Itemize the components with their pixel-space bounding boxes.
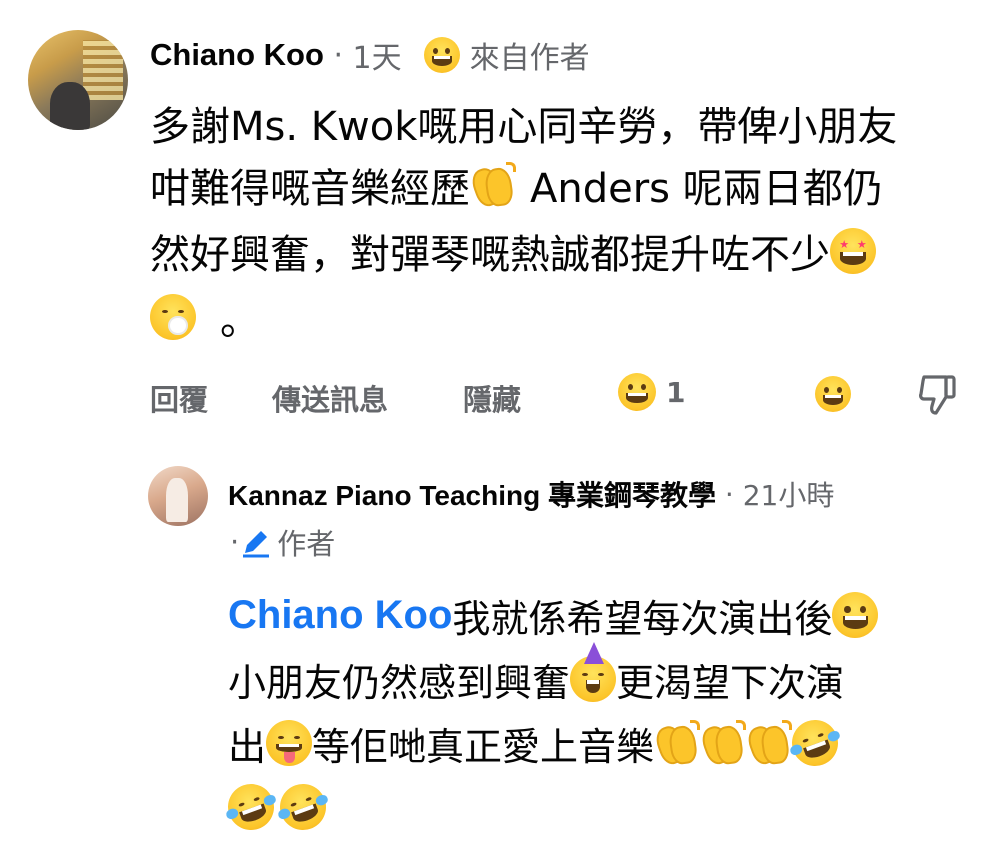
squinting-face-with-tongue-icon <box>266 720 313 766</box>
comment-author[interactable]: Chiano Koo <box>150 37 324 73</box>
clapping-hands-icon <box>468 162 516 210</box>
reply-line: 小朋友仍然感到興奮 更渴望下次演 <box>228 642 844 708</box>
comment-line: 多謝Ms. Kwok嘅用心同辛勞，帶俾小朋友 <box>150 104 898 150</box>
comment-line: 。 <box>150 289 260 345</box>
reaction-count[interactable]: 1 <box>618 373 685 411</box>
reply-line <box>221 777 333 837</box>
reaction-count-number: 1 <box>666 375 686 409</box>
reply-line: Chiano Koo 我就係希望每次演出後 <box>228 586 879 644</box>
reply-header: Kannaz Piano Teaching 專業鋼琴教學 · 21小時 <box>228 474 834 514</box>
grinning-face-icon <box>832 592 879 638</box>
role-label: 作者 <box>277 527 336 561</box>
rolling-on-floor-laughing-icon <box>273 777 333 837</box>
reply-author[interactable]: Kannaz Piano Teaching 專業鋼琴教學 <box>228 474 716 514</box>
comment-time[interactable]: 1天 <box>353 33 402 77</box>
avatar[interactable] <box>148 466 208 526</box>
react-button[interactable] <box>815 375 851 412</box>
author-badge: 來自作者 <box>469 41 590 76</box>
comment-line: 咁難得嘅音樂經歷 Anders 呢兩日都仍 <box>150 157 883 213</box>
avatar-figure <box>166 478 188 522</box>
partying-face-icon <box>570 642 617 702</box>
clapping-hands-icon <box>744 720 793 768</box>
avatar-photo-detail <box>83 40 123 100</box>
hide-button[interactable]: 隱藏 <box>463 377 521 419</box>
rolling-on-floor-laughing-icon <box>221 777 281 837</box>
clapping-hands-icon <box>652 720 701 768</box>
mention-link[interactable]: Chiano Koo <box>228 593 452 638</box>
avatar-figure <box>50 82 90 130</box>
separator-dot: · <box>323 37 353 73</box>
comment-line: 然好興奮，對彈琴嘅熱誠都提升咗不少 ★ ★ <box>150 223 876 279</box>
avatar[interactable] <box>28 30 128 130</box>
reply-line: 出 等佢哋真正愛上音樂 <box>228 713 845 773</box>
grinning-face-icon <box>423 37 460 73</box>
reply-role: · 作者 <box>230 522 335 562</box>
pencil-icon <box>243 531 270 558</box>
rolling-on-floor-laughing-icon <box>785 713 845 773</box>
reply-time[interactable]: 21小時 <box>743 474 835 514</box>
reply-button[interactable]: 回覆 <box>150 377 208 419</box>
thumbs-down-icon[interactable] <box>918 373 958 417</box>
comment-actions: 回覆 傳送訊息 隱藏 1 <box>150 373 970 419</box>
clapping-hands-icon <box>698 720 747 768</box>
star-struck-icon: ★ ★ <box>830 228 876 274</box>
comment-header: Chiano Koo · 1天 來自作者 <box>150 34 590 76</box>
face-with-hand-over-mouth-icon <box>150 294 196 340</box>
separator-dot: · <box>715 477 743 511</box>
grinning-face-icon <box>815 376 851 412</box>
send-message-button[interactable]: 傳送訊息 <box>272 377 388 419</box>
grinning-face-icon <box>618 373 656 411</box>
separator-dot: · <box>230 525 240 559</box>
